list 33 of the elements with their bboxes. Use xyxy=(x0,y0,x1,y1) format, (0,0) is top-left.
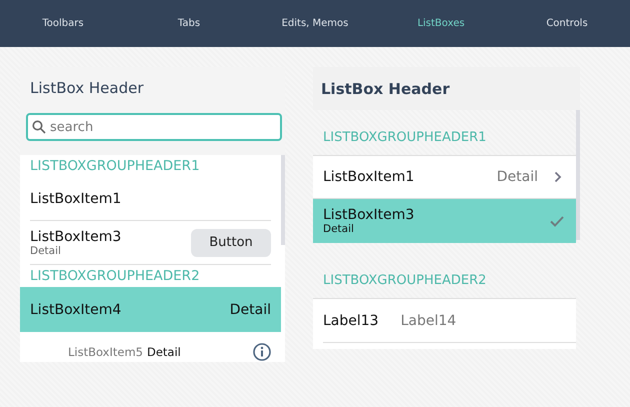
list-item[interactable]: ListBoxItem4 Detail xyxy=(20,287,281,332)
item-detail: Detail xyxy=(323,223,355,235)
list-item[interactable]: ListBoxItem1 xyxy=(30,177,271,221)
list-item[interactable]: ListBoxItem3 Detail Button xyxy=(30,221,271,265)
chevron-icon xyxy=(554,171,562,183)
item-title: ListBoxItem5 xyxy=(68,345,143,359)
item-button[interactable]: Button xyxy=(191,228,271,256)
label-text: Label14 xyxy=(400,312,456,328)
item-detail: Detail xyxy=(146,345,182,359)
item-detail: Detail xyxy=(30,244,62,256)
nav-tab[interactable]: Tabs xyxy=(126,18,252,29)
list-item[interactable]: ListBoxItem5 Detail xyxy=(20,332,281,362)
nav-tab[interactable]: ListBoxes xyxy=(378,18,504,29)
search-icon xyxy=(32,120,46,134)
listbox-header: ListBox Header xyxy=(30,79,144,97)
item-title: ListBoxItem4 xyxy=(30,302,122,318)
scrollbar[interactable] xyxy=(576,110,580,240)
nav-tab[interactable]: Toolbars xyxy=(0,18,126,29)
group-header: LISTBOXGROUPHEADER1 xyxy=(29,157,201,176)
list-item[interactable]: ListBoxItem1 Detail xyxy=(313,156,576,199)
search-field[interactable]: search xyxy=(26,113,282,141)
item-title: ListBoxItem3 xyxy=(323,207,416,223)
info-icon[interactable] xyxy=(253,343,271,361)
item-title: ListBoxItem3 xyxy=(30,228,122,244)
nav-tab[interactable]: Controls xyxy=(504,18,630,29)
item-detail: Detail xyxy=(230,302,271,318)
label-text: Label13 xyxy=(323,312,379,328)
item-title: ListBoxItem1 xyxy=(323,169,416,185)
item-detail: Detail xyxy=(496,169,538,185)
nav-tab[interactable]: Edits, Memos xyxy=(252,18,378,29)
listbox-header: ListBox Header xyxy=(321,80,450,98)
group-header: LISTBOXGROUPHEADER2 xyxy=(29,267,201,286)
list-item[interactable]: ListBoxItem3 Detail xyxy=(313,199,576,243)
